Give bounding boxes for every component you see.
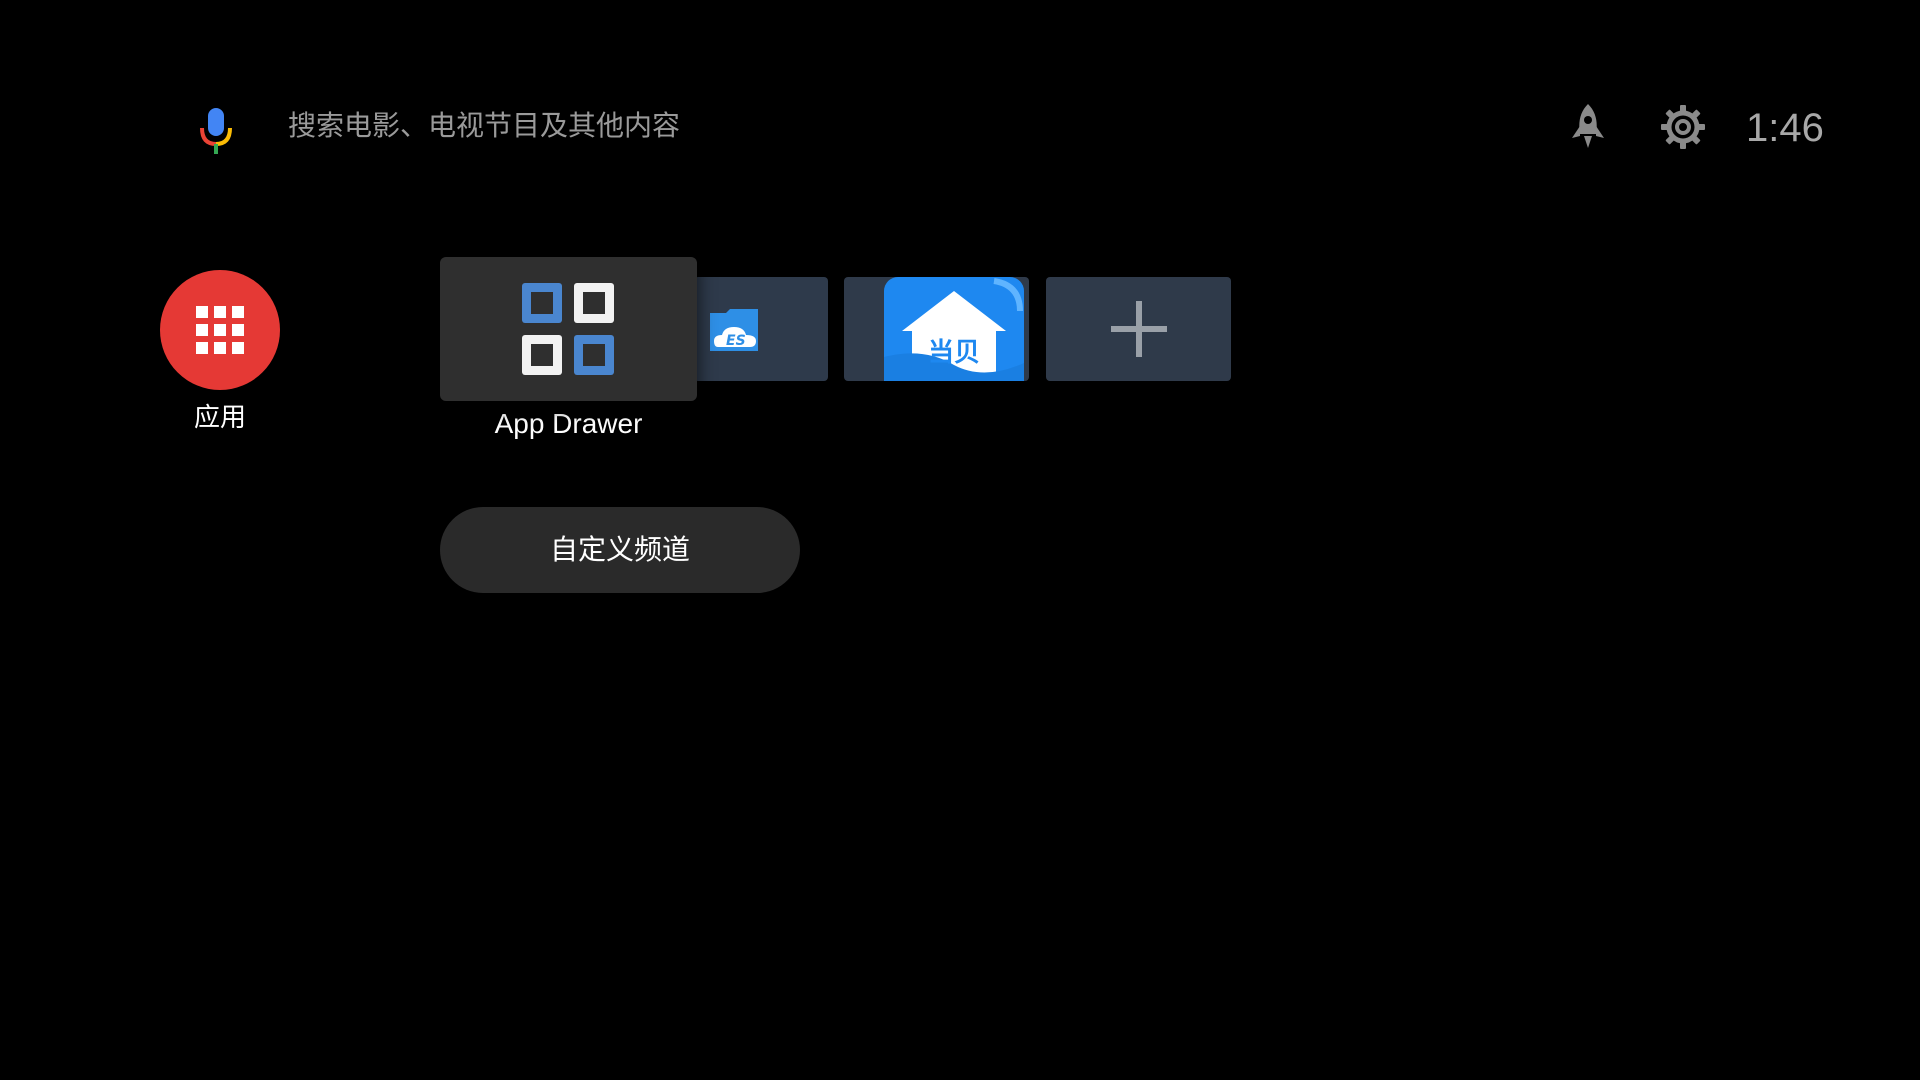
apps-label: 应用 xyxy=(193,403,246,433)
dangbei-house-icon: 当贝 xyxy=(884,277,1024,381)
gear-icon[interactable] xyxy=(1660,104,1706,150)
plus-icon xyxy=(1107,297,1171,361)
app-drawer-icon xyxy=(518,279,618,379)
search-placeholder[interactable]: 搜索电影、电视节目及其他内容 xyxy=(288,106,680,146)
app-drawer-label: App Drawer xyxy=(494,408,643,439)
svg-text:ES: ES xyxy=(726,333,746,349)
app-tile-add[interactable] xyxy=(1046,277,1231,381)
mic-icon[interactable] xyxy=(196,104,236,160)
rocket-icon[interactable] xyxy=(1568,100,1608,156)
app-tile-dangbei[interactable]: 当贝 xyxy=(844,277,1029,381)
app-tile-app-drawer[interactable] xyxy=(440,257,697,401)
clock: 1:46 xyxy=(1746,106,1824,150)
home-screen: 搜索电影、电视节目及其他内容 1:46 应用 ES 当贝 App Drawer … xyxy=(0,0,1920,1080)
app-tile-es-file-explorer[interactable]: ES xyxy=(694,277,828,381)
grid-icon xyxy=(196,306,244,354)
apps-button[interactable] xyxy=(160,270,280,390)
es-file-icon: ES xyxy=(704,303,764,357)
customize-channels-button[interactable]: 自定义频道 xyxy=(440,507,800,593)
svg-text:当贝: 当贝 xyxy=(928,338,980,368)
